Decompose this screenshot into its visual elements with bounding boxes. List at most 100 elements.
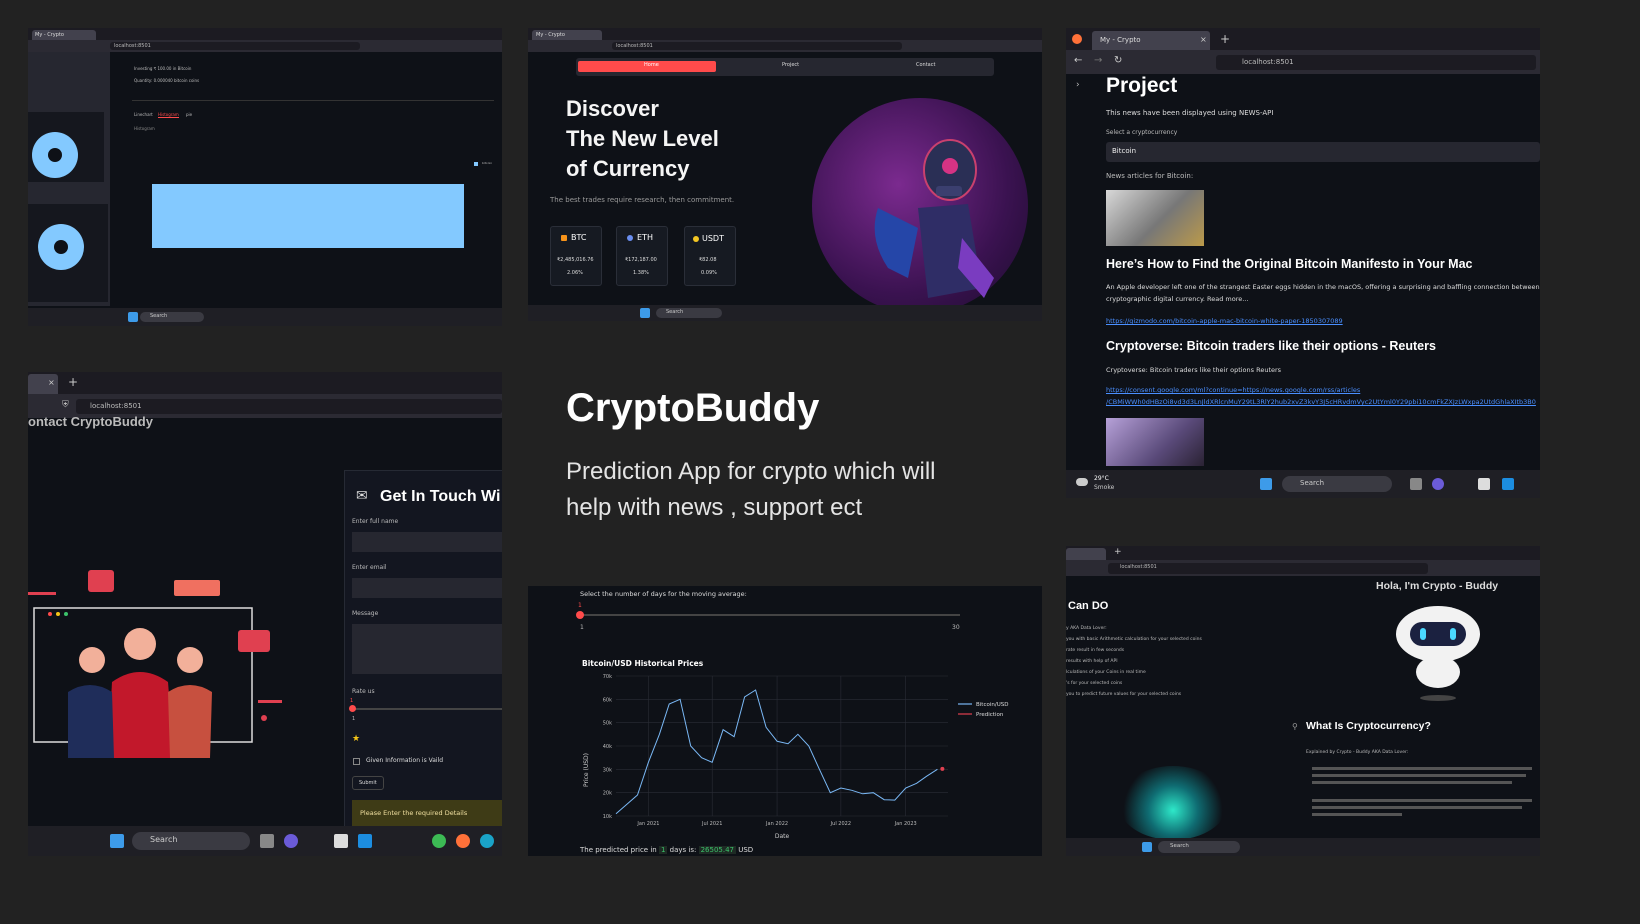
- center-subtitle-line1: Prediction App for crypto which will: [566, 458, 936, 485]
- url-field[interactable]: localhost:8501: [110, 42, 360, 50]
- nav-project[interactable]: Project: [782, 62, 799, 68]
- taskbar-search[interactable]: Search: [1158, 841, 1240, 853]
- mail-icon[interactable]: [358, 834, 372, 848]
- chrome-icon[interactable]: [432, 834, 446, 848]
- url-field[interactable]: localhost:8501: [76, 399, 502, 414]
- windows-start-icon[interactable]: [1260, 478, 1272, 490]
- edge-icon[interactable]: [480, 834, 494, 848]
- chat-icon[interactable]: [1432, 478, 1444, 490]
- new-tab-icon[interactable]: +: [1220, 32, 1230, 46]
- back-icon[interactable]: ←: [1074, 55, 1082, 66]
- eth-icon: [627, 235, 633, 241]
- tab-pie[interactable]: pie: [186, 112, 192, 117]
- prediction-value: 26505.47: [698, 846, 736, 854]
- prediction-result: The predicted price in 1 days is: 26505.…: [580, 846, 753, 854]
- contact-heading: Get In Touch Wi: [380, 488, 501, 505]
- browser-tab[interactable]: My - Crypto: [1092, 31, 1210, 50]
- email-label: Enter email: [352, 564, 387, 571]
- firefox-icon[interactable]: [456, 834, 470, 848]
- new-tab-icon[interactable]: +: [68, 375, 78, 389]
- price-chart-screenshot: Select the number of days for the moving…: [528, 586, 1042, 856]
- article1-desc-line2: cryptographic digital currency. Read mor…: [1106, 295, 1249, 303]
- article1-link[interactable]: https://gizmodo.com/bitcoin-apple-mac-bi…: [1106, 317, 1343, 325]
- browser-tab[interactable]: [1066, 548, 1106, 560]
- y-axis-label: Price (USD): [583, 753, 590, 787]
- crypto-select-value: Bitcoin: [1112, 147, 1137, 155]
- article2-link-line1[interactable]: https://consent.google.com/ml?continue=h…: [1106, 386, 1360, 394]
- star-icon: ★: [352, 734, 361, 744]
- taskbar-search[interactable]: Search: [140, 312, 204, 322]
- nav-contact[interactable]: Contact: [916, 62, 935, 68]
- windows-start-icon[interactable]: [128, 312, 138, 322]
- robot-mascot: [1396, 606, 1480, 701]
- url-field[interactable]: localhost:8501: [1216, 55, 1536, 70]
- windows-start-icon[interactable]: [640, 308, 650, 318]
- url-field[interactable]: localhost:8501: [612, 42, 902, 50]
- bot-screenshot: + localhost:8501 Can DO y AKA Data Lover…: [1066, 546, 1540, 856]
- can-do-heading: Can DO: [1068, 600, 1109, 612]
- weather-temp: 29°C: [1094, 475, 1109, 482]
- usdt-icon: [693, 236, 699, 242]
- submit-button[interactable]: Submit: [352, 776, 384, 790]
- y-tick-label: 20k: [603, 791, 612, 797]
- btc-price: ₹2,485,016.76: [557, 257, 594, 263]
- pie-chart-icon: [32, 132, 78, 178]
- taskbar-search[interactable]: Search: [132, 832, 250, 850]
- new-tab-icon[interactable]: +: [1114, 547, 1122, 557]
- forward-icon[interactable]: →: [1094, 55, 1102, 66]
- bullet-2: [1306, 796, 1536, 824]
- task-view-icon[interactable]: [260, 834, 274, 848]
- chat-icon[interactable]: [284, 834, 298, 848]
- taskbar: Search: [528, 305, 1042, 321]
- rate-slider-thumb[interactable]: [349, 705, 356, 712]
- y-tick-label: 10k: [603, 814, 612, 820]
- rate-slider[interactable]: [352, 708, 502, 710]
- contact-screenshot: × + ⛨ localhost:8501 ontact CryptoBuddy …: [28, 372, 502, 856]
- task-view-icon[interactable]: [1410, 478, 1422, 490]
- windows-start-icon[interactable]: [110, 834, 124, 848]
- email-input[interactable]: [352, 578, 502, 598]
- mail-icon[interactable]: [1502, 478, 1514, 490]
- coin-card-eth: ETH ₹172,187.00 1.38%: [616, 226, 668, 286]
- store-icon[interactable]: [1478, 478, 1490, 490]
- taskbar: 29°C Smoke Search: [1066, 470, 1540, 498]
- article1-title[interactable]: Here’s How to Find the Original Bitcoin …: [1106, 257, 1472, 271]
- name-input[interactable]: [352, 532, 502, 552]
- y-tick-label: 60k: [603, 697, 612, 703]
- close-tab-icon[interactable]: ×: [48, 378, 55, 387]
- browser-tab[interactable]: My - Crypto: [32, 30, 96, 40]
- quantity-text: Quantity: 0.000040 bitcoin coins: [134, 78, 200, 83]
- eth-name: ETH: [637, 233, 653, 242]
- url-field[interactable]: localhost:8501: [1108, 563, 1428, 574]
- reload-icon[interactable]: ↻: [1114, 55, 1122, 66]
- crypto-select[interactable]: Bitcoin: [1106, 142, 1540, 162]
- y-tick-label: 50k: [603, 721, 612, 727]
- browser-tab[interactable]: My - Crypto: [532, 30, 602, 40]
- store-icon[interactable]: [334, 834, 348, 848]
- prediction-point: [940, 766, 945, 771]
- bot-greeting: Hola, I'm Crypto - Buddy: [1376, 580, 1499, 592]
- prediction-unit: USD: [738, 846, 754, 854]
- message-textarea[interactable]: [352, 624, 502, 674]
- can-do-line-3: rate result in few seconds: [1066, 648, 1125, 653]
- tab-histogram[interactable]: Histogram: [158, 112, 179, 118]
- taskbar-search[interactable]: Search: [1282, 476, 1392, 492]
- article2-link-line2[interactable]: /CBMiWWh0dHBzOi8vd3d3LnJldXRlcnMuY29tL3R…: [1106, 398, 1536, 406]
- x-tick-label: Jan 2022: [765, 821, 788, 827]
- btc-change: 2.06%: [567, 270, 583, 276]
- windows-start-icon[interactable]: [1142, 842, 1152, 852]
- article2-title[interactable]: Cryptoverse: Bitcoin traders like their …: [1106, 339, 1436, 353]
- tab-linechart[interactable]: Linechart: [134, 112, 153, 117]
- close-tab-icon[interactable]: ×: [1200, 35, 1207, 44]
- usdt-change: 0.09%: [701, 270, 717, 276]
- taskbar: Search: [28, 308, 502, 326]
- y-tick-label: 70k: [603, 674, 612, 680]
- can-do-line-2: you with basic Arithmetic calculation fo…: [1066, 637, 1202, 642]
- section-label: Histogram: [134, 126, 155, 131]
- taskbar-search[interactable]: Search: [656, 308, 722, 318]
- days-slider-thumb[interactable]: [576, 611, 584, 619]
- info-checkbox[interactable]: [353, 758, 360, 765]
- days-slider[interactable]: [580, 614, 960, 616]
- sidebar-toggle-icon[interactable]: ›: [1076, 80, 1080, 90]
- divider: [132, 100, 494, 101]
